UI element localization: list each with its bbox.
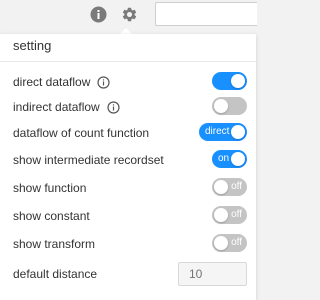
setting-label: show transform xyxy=(13,237,96,251)
gear-icon[interactable] xyxy=(121,6,138,23)
intermediate-recordset-toggle[interactable]: on xyxy=(212,150,247,168)
setting-row-intermediate-recordset: show intermediate recordset on xyxy=(0,148,256,172)
search-input[interactable] xyxy=(155,2,257,26)
info-circle-icon[interactable] xyxy=(97,75,110,89)
show-transform-toggle[interactable]: off xyxy=(212,234,247,252)
show-function-toggle[interactable]: off xyxy=(212,178,247,196)
toggle-knob xyxy=(214,180,228,194)
indirect-dataflow-toggle[interactable] xyxy=(212,97,247,115)
setting-row-dataflow-count-function: dataflow of count function direct xyxy=(0,121,256,145)
setting-label: show function xyxy=(13,181,87,195)
setting-row-show-transform: show transform off xyxy=(0,232,256,256)
default-distance-input[interactable] xyxy=(178,262,247,286)
setting-row-show-constant: show constant off xyxy=(0,204,256,228)
setting-row-indirect-dataflow: indirect dataflow xyxy=(0,95,256,119)
toggle-knob xyxy=(231,152,245,166)
info-circle-icon[interactable] xyxy=(107,100,120,114)
setting-row-direct-dataflow: direct dataflow xyxy=(0,70,256,94)
setting-label: dataflow of count function xyxy=(13,126,150,140)
setting-label: show constant xyxy=(13,209,90,223)
direct-dataflow-toggle[interactable] xyxy=(212,72,247,90)
toggle-knob xyxy=(231,74,245,88)
toggle-knob xyxy=(214,236,228,250)
setting-label: direct dataflow xyxy=(13,75,91,89)
info-icon[interactable] xyxy=(90,6,107,23)
setting-row-default-distance: default distance xyxy=(0,262,256,286)
toggle-knob xyxy=(231,125,245,139)
count-function-dataflow-toggle[interactable]: direct xyxy=(199,123,247,141)
settings-panel: setting direct dataflow indirect dataflo… xyxy=(0,34,256,300)
setting-row-show-function: show function off xyxy=(0,176,256,200)
panel-title: setting xyxy=(13,38,52,53)
setting-label: indirect dataflow xyxy=(13,100,100,114)
toggle-knob xyxy=(214,208,228,222)
setting-label: show intermediate recordset xyxy=(13,153,164,167)
toggle-knob xyxy=(214,99,228,113)
divider xyxy=(0,61,256,62)
top-toolbar xyxy=(0,0,257,30)
show-constant-toggle[interactable]: off xyxy=(212,206,247,224)
setting-label: default distance xyxy=(13,267,98,281)
